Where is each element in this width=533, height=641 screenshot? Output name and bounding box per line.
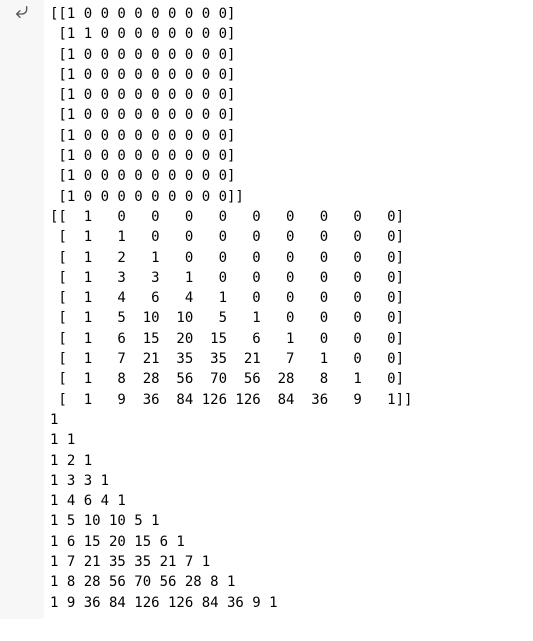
- execute-icon[interactable]: [14, 4, 30, 619]
- output-area: [[1 0 0 0 0 0 0 0 0 0] [1 1 0 0 0 0 0 0 …: [44, 0, 533, 619]
- output-cell: [[1 0 0 0 0 0 0 0 0 0] [1 1 0 0 0 0 0 0 …: [0, 0, 533, 619]
- cell-gutter: [0, 0, 44, 619]
